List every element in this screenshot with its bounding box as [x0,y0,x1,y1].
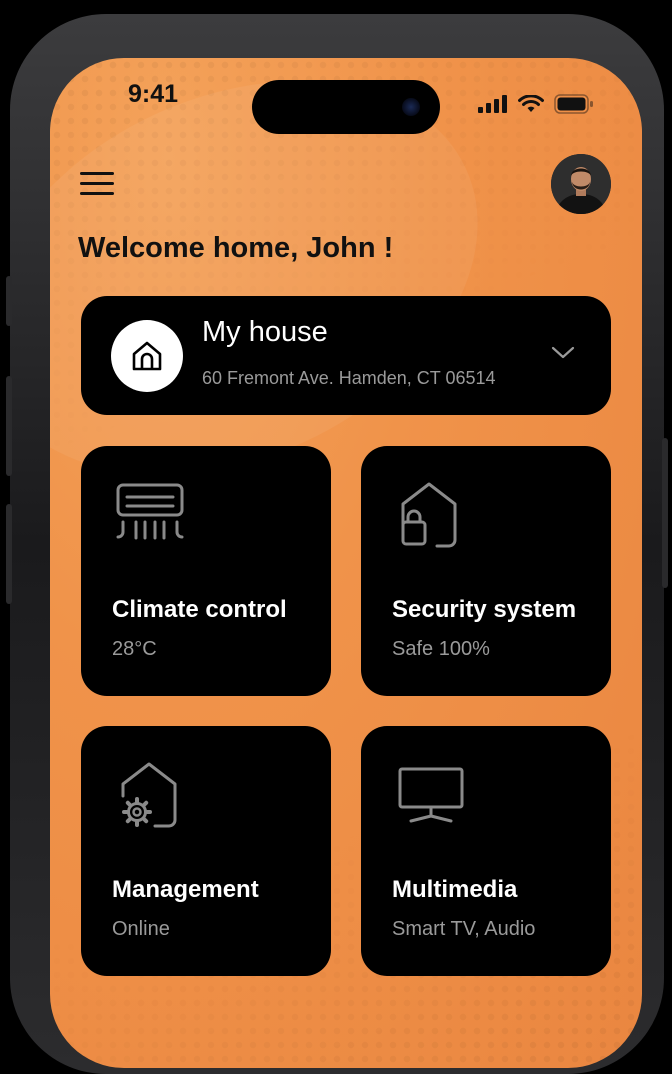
hamburger-menu-icon[interactable] [80,172,114,198]
tile-management[interactable]: Management Online [81,726,331,976]
phone-volume-down-button [6,504,12,604]
tile-climate-control[interactable]: Climate control 28°C [81,446,331,696]
phone-power-button [662,438,668,588]
house-lock-icon [399,480,461,555]
tile-status: Online [112,918,170,940]
status-time: 9:41 [128,80,179,108]
house-selector[interactable]: My house 60 Fremont Ave. Hamden, CT 0651… [81,296,611,415]
cellular-signal-icon [478,95,507,113]
tile-label: Multimedia [392,876,518,903]
phone-side-button [6,276,12,326]
chevron-down-icon[interactable] [551,346,575,365]
menu-line [80,172,114,175]
house-address: 60 Fremont Ave. Hamden, CT 06514 [202,368,496,388]
status-icons [478,94,594,114]
tile-label: Climate control [112,596,287,623]
avatar-portrait [551,154,611,214]
app-screen: 9:41 Welcome home, John ! My house 60 Fr… [50,58,642,1068]
tile-label: Security system [392,596,577,623]
battery-icon [554,94,593,114]
tile-status: 28°C [112,638,157,660]
tile-status: Smart TV, Audio [392,918,536,940]
tile-security-system[interactable]: Security system Safe 100% [361,446,611,696]
phone-volume-up-button [6,376,12,476]
tile-label: Management [112,876,259,903]
menu-line [80,192,114,195]
welcome-heading: Welcome home, John ! [78,232,394,264]
tile-multimedia[interactable]: Multimedia Smart TV, Audio [361,726,611,976]
front-camera [402,98,420,116]
air-conditioner-icon [115,482,185,553]
dynamic-island [252,80,440,134]
tile-status: Safe 100% [392,638,490,660]
tv-icon [397,766,465,829]
phone-frame: 9:41 Welcome home, John ! My house 60 Fr… [6,14,668,1074]
user-avatar[interactable] [551,154,611,214]
wifi-icon [518,94,544,112]
menu-line [80,182,114,185]
house-name: My house [202,316,328,348]
home-icon [111,320,183,392]
house-gear-icon [119,760,181,835]
